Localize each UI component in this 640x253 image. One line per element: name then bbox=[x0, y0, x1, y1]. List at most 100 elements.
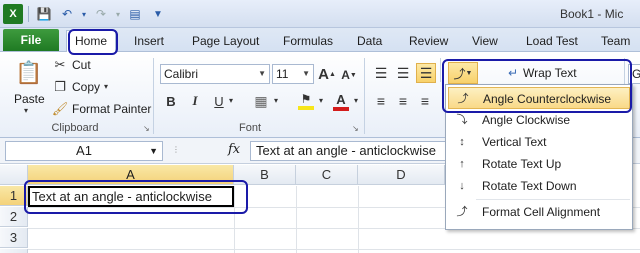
tab-view[interactable]: View bbox=[472, 32, 498, 52]
menu-item-format-cell-alignment[interactable]: ⤴ Format Cell Alignment bbox=[448, 201, 630, 223]
tab-page-layout[interactable]: Page Layout bbox=[192, 32, 259, 52]
menu-item-label: Vertical Text bbox=[482, 135, 547, 149]
row-header-3[interactable]: 3 bbox=[0, 228, 28, 248]
center-icon[interactable]: ≡ bbox=[394, 92, 412, 110]
font-color-letter: A bbox=[336, 91, 346, 107]
tab-review[interactable]: Review bbox=[409, 32, 448, 52]
menu-item-angle-clockwise[interactable]: ⤵ Angle Clockwise bbox=[448, 109, 630, 131]
clipboard-launcher-icon[interactable]: ↘ bbox=[143, 124, 150, 133]
font-launcher-icon[interactable]: ↘ bbox=[352, 124, 359, 133]
chevron-down-icon[interactable]: ▼ bbox=[302, 65, 310, 83]
font-size-combo[interactable]: 11 ▼ bbox=[272, 64, 314, 84]
shrink-font-button[interactable]: A ▼ bbox=[340, 66, 358, 84]
cell-a1[interactable]: Text at an angle - anticlockwise bbox=[28, 186, 234, 207]
borders-icon[interactable]: ▦ bbox=[252, 92, 270, 110]
menu-item-vertical-text[interactable]: ↕ Vertical Text bbox=[448, 131, 630, 153]
rotate-text-up-icon: ↑ bbox=[459, 158, 465, 170]
copy-icon[interactable]: ❐ bbox=[52, 79, 68, 95]
font-color-icon[interactable]: A bbox=[331, 90, 351, 112]
underline-dropdown-icon[interactable]: ▾ bbox=[229, 96, 233, 105]
gridline bbox=[358, 186, 359, 253]
redo-icon[interactable]: ↷ bbox=[91, 4, 111, 24]
font-group-label: Font bbox=[238, 122, 261, 134]
orientation-icon: ⤴ bbox=[453, 66, 466, 81]
format-painter-button[interactable]: Format Painter bbox=[72, 102, 151, 116]
menu-item-label: Rotate Text Down bbox=[482, 179, 577, 193]
paste-button[interactable]: Paste bbox=[14, 92, 45, 106]
align-right-icon[interactable]: ≡ bbox=[416, 92, 434, 110]
align-left-icon[interactable]: ≡ bbox=[372, 92, 390, 110]
print-preview-icon[interactable]: ▤ bbox=[125, 4, 145, 24]
number-format-value: G bbox=[632, 67, 640, 81]
rotate-text-down-icon: ↓ bbox=[459, 180, 465, 192]
menu-item-label: Angle Clockwise bbox=[482, 113, 571, 127]
font-name-value: Calibri bbox=[164, 67, 199, 81]
group-separator bbox=[153, 58, 154, 134]
row-header-1[interactable]: 1 bbox=[0, 186, 28, 206]
top-align-icon[interactable]: ☰ bbox=[372, 64, 390, 82]
tab-formulas[interactable]: Formulas bbox=[283, 32, 333, 52]
tab-data[interactable]: Data bbox=[357, 32, 382, 52]
row-header-4[interactable] bbox=[0, 249, 28, 253]
angle-counterclockwise-icon: ⤴ bbox=[457, 93, 469, 105]
borders-dropdown-icon[interactable]: ▾ bbox=[274, 96, 278, 105]
name-box[interactable]: A1 ▼ bbox=[5, 141, 163, 161]
orientation-button[interactable]: ⤴ ▼ bbox=[448, 62, 478, 84]
menu-item-angle-counterclockwise[interactable]: ⤴ Angle Counterclockwise bbox=[448, 87, 630, 109]
undo-icon[interactable]: ↶ bbox=[57, 4, 77, 24]
menu-item-label: Rotate Text Up bbox=[482, 157, 562, 171]
number-format-combo[interactable]: G bbox=[628, 64, 640, 84]
tab-home[interactable]: Home bbox=[66, 30, 116, 52]
font-color-dropdown-icon[interactable]: ▾ bbox=[354, 96, 358, 105]
chevron-down-icon: ▼ bbox=[465, 69, 473, 77]
insert-function-button[interactable]: fx bbox=[228, 142, 240, 157]
fill-color-dropdown-icon[interactable]: ▾ bbox=[319, 96, 323, 105]
grow-font-button[interactable]: A ▲ bbox=[318, 64, 336, 84]
wrap-text-button[interactable]: Wrap Text bbox=[523, 66, 577, 80]
chevron-down-icon[interactable]: ▼ bbox=[258, 65, 266, 83]
formula-input[interactable]: Text at an angle - anticlockwise bbox=[250, 141, 450, 161]
redo-dropdown-icon[interactable]: ▾ bbox=[114, 4, 122, 24]
group-separator bbox=[364, 58, 365, 134]
select-all-corner[interactable] bbox=[0, 165, 28, 185]
bold-button[interactable]: B bbox=[163, 92, 179, 110]
column-header-d[interactable]: D bbox=[358, 165, 445, 185]
row-header-2[interactable]: 2 bbox=[0, 207, 28, 227]
chevron-down-icon[interactable]: ▼ bbox=[149, 142, 158, 160]
fill-color-icon[interactable]: ⚑ bbox=[296, 90, 316, 112]
quick-access-toolbar: X 💾 ↶ ▾ ↷ ▾ ▤ ▼ bbox=[3, 3, 168, 25]
formula-bar-grip-icon[interactable]: ⋮ bbox=[172, 145, 180, 154]
format-cell-alignment-icon: ⤴ bbox=[456, 206, 468, 218]
copy-dropdown-icon[interactable]: ▾ bbox=[104, 82, 108, 91]
menu-item-rotate-text-up[interactable]: ↑ Rotate Text Up bbox=[448, 153, 630, 175]
paste-icon[interactable]: 📋 bbox=[14, 58, 44, 88]
format-painter-icon[interactable]: 🖌 bbox=[52, 101, 69, 117]
column-header-a[interactable]: A bbox=[28, 165, 234, 185]
excel-icon[interactable]: X bbox=[3, 4, 23, 24]
font-name-combo[interactable]: Calibri ▼ bbox=[160, 64, 270, 84]
orientation-menu: ⤴ Angle Counterclockwise ⤵ Angle Clockwi… bbox=[445, 84, 633, 230]
customize-icon[interactable]: ▼ bbox=[148, 4, 168, 24]
wrap-text-icon[interactable]: ↵ bbox=[505, 64, 521, 82]
bottom-align-icon[interactable]: ☰ bbox=[416, 63, 436, 83]
underline-button[interactable]: U bbox=[211, 92, 227, 110]
column-header-c[interactable]: C bbox=[296, 165, 358, 185]
copy-button[interactable]: Copy bbox=[72, 80, 100, 94]
vertical-text-icon: ↕ bbox=[459, 136, 465, 148]
tab-insert[interactable]: Insert bbox=[134, 32, 164, 52]
menu-item-rotate-text-down[interactable]: ↓ Rotate Text Down bbox=[448, 175, 630, 197]
undo-dropdown-icon[interactable]: ▾ bbox=[80, 4, 88, 24]
cut-button[interactable]: Cut bbox=[72, 58, 91, 72]
italic-button[interactable]: I bbox=[187, 92, 203, 110]
gridline bbox=[234, 186, 235, 253]
column-header-b[interactable]: B bbox=[234, 165, 296, 185]
tab-load-test[interactable]: Load Test bbox=[526, 32, 578, 52]
cut-icon[interactable]: ✂ bbox=[52, 57, 68, 73]
middle-align-icon[interactable]: ☰ bbox=[394, 64, 412, 82]
paste-dropdown-icon[interactable]: ▾ bbox=[24, 106, 28, 115]
tab-team[interactable]: Team bbox=[601, 32, 630, 52]
menu-item-label: Angle Counterclockwise bbox=[483, 92, 612, 106]
tab-file[interactable]: File bbox=[3, 29, 59, 51]
save-icon[interactable]: 💾 bbox=[34, 4, 54, 24]
shrink-font-label: A bbox=[341, 68, 350, 82]
